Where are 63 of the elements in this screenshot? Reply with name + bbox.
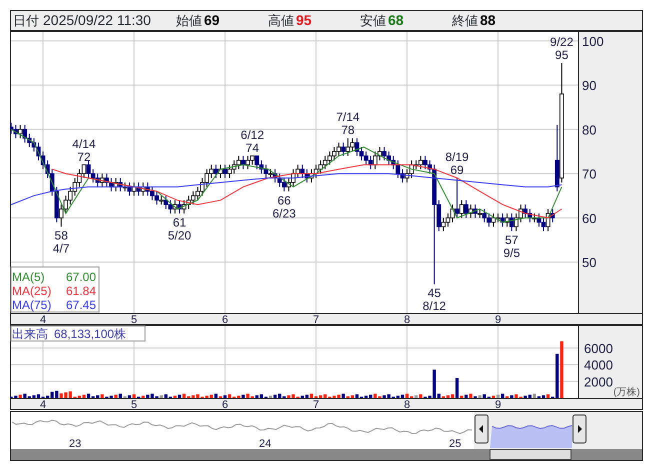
quote-value: 95 bbox=[296, 11, 312, 30]
annotation-date: 9/22 bbox=[550, 34, 574, 49]
month-label: 4 bbox=[40, 314, 46, 325]
annotation-value: 57 bbox=[504, 233, 518, 248]
month-label: 9 bbox=[494, 399, 502, 410]
month-label: 6 bbox=[222, 399, 228, 410]
month-label: 4 bbox=[40, 399, 46, 410]
quote-label: 終値 bbox=[452, 12, 478, 30]
legend-label: MA(5) bbox=[12, 270, 45, 284]
price-axis-label: 90 bbox=[582, 78, 596, 94]
annotation-value: 78 bbox=[341, 123, 355, 138]
month-label: 9 bbox=[494, 314, 502, 325]
volume-axis-label: 4000 bbox=[584, 358, 613, 373]
month-label: 5 bbox=[130, 314, 138, 325]
annotation-date: 6/12 bbox=[240, 128, 264, 142]
month-label: 7 bbox=[312, 399, 320, 410]
date-label: 日付 bbox=[13, 12, 39, 30]
annotation-value: 74 bbox=[246, 140, 259, 155]
annotation-value: 69 bbox=[450, 163, 464, 178]
annotation-date: 5/20 bbox=[168, 228, 192, 242]
annotation-value: 61 bbox=[172, 215, 186, 230]
annotation-value: 95 bbox=[555, 48, 568, 62]
month-label: 8 bbox=[404, 314, 410, 325]
annotation-date: 8/19 bbox=[445, 150, 469, 164]
annotation-date: 9/5 bbox=[503, 246, 520, 260]
quote-label: 安値 bbox=[360, 12, 386, 30]
legend-value: 67.00 bbox=[66, 270, 96, 284]
year-label: 23 bbox=[69, 438, 82, 450]
month-label: 8 bbox=[404, 399, 410, 410]
volume-axis-label: 2000 bbox=[584, 374, 613, 390]
price-axis-label: 80 bbox=[582, 122, 596, 138]
legend-value: 61.84 bbox=[66, 284, 96, 298]
quote-label: 始値 bbox=[176, 12, 202, 30]
month-label: 6 bbox=[222, 314, 228, 325]
legend-label: MA(75) bbox=[12, 298, 52, 312]
price-axis-label: 100 bbox=[582, 34, 604, 49]
annotation-value: 45 bbox=[428, 286, 441, 300]
price-axis-label: 70 bbox=[582, 166, 596, 182]
quote-value: 69 bbox=[204, 11, 220, 30]
annotation-date: 8/12 bbox=[422, 299, 446, 314]
annotation-date: 4/14 bbox=[72, 136, 96, 151]
annotation-value: 58 bbox=[54, 228, 68, 243]
volume-total: 68,133,100株 bbox=[54, 327, 126, 341]
legend-value: 67.45 bbox=[66, 298, 96, 312]
annotation-date: 4/7 bbox=[52, 242, 70, 256]
quote-value: 88 bbox=[480, 11, 496, 30]
year-label: 25 bbox=[449, 438, 462, 450]
annotation-value: 66 bbox=[278, 193, 291, 208]
datetime-text: 2025/09/22 11:30 bbox=[43, 11, 151, 30]
annotation-date: 6/23 bbox=[272, 206, 296, 220]
month-label: 7 bbox=[312, 314, 320, 325]
annotation-date: 7/14 bbox=[336, 110, 360, 124]
volume-axis-label: 6000 bbox=[584, 341, 613, 356]
quote-value: 68 bbox=[388, 11, 404, 30]
year-label: 24 bbox=[259, 438, 272, 450]
legend-label: MA(25) bbox=[12, 284, 52, 298]
volume-label: 出来高 bbox=[12, 327, 48, 341]
month-label: 5 bbox=[130, 399, 138, 410]
quote-label: 高値 bbox=[268, 12, 294, 30]
price-axis-label: 60 bbox=[582, 210, 596, 226]
price-axis-label: 50 bbox=[582, 255, 596, 270]
volume-unit-label: (万株) bbox=[613, 387, 640, 398]
annotation-value: 72 bbox=[77, 150, 91, 164]
